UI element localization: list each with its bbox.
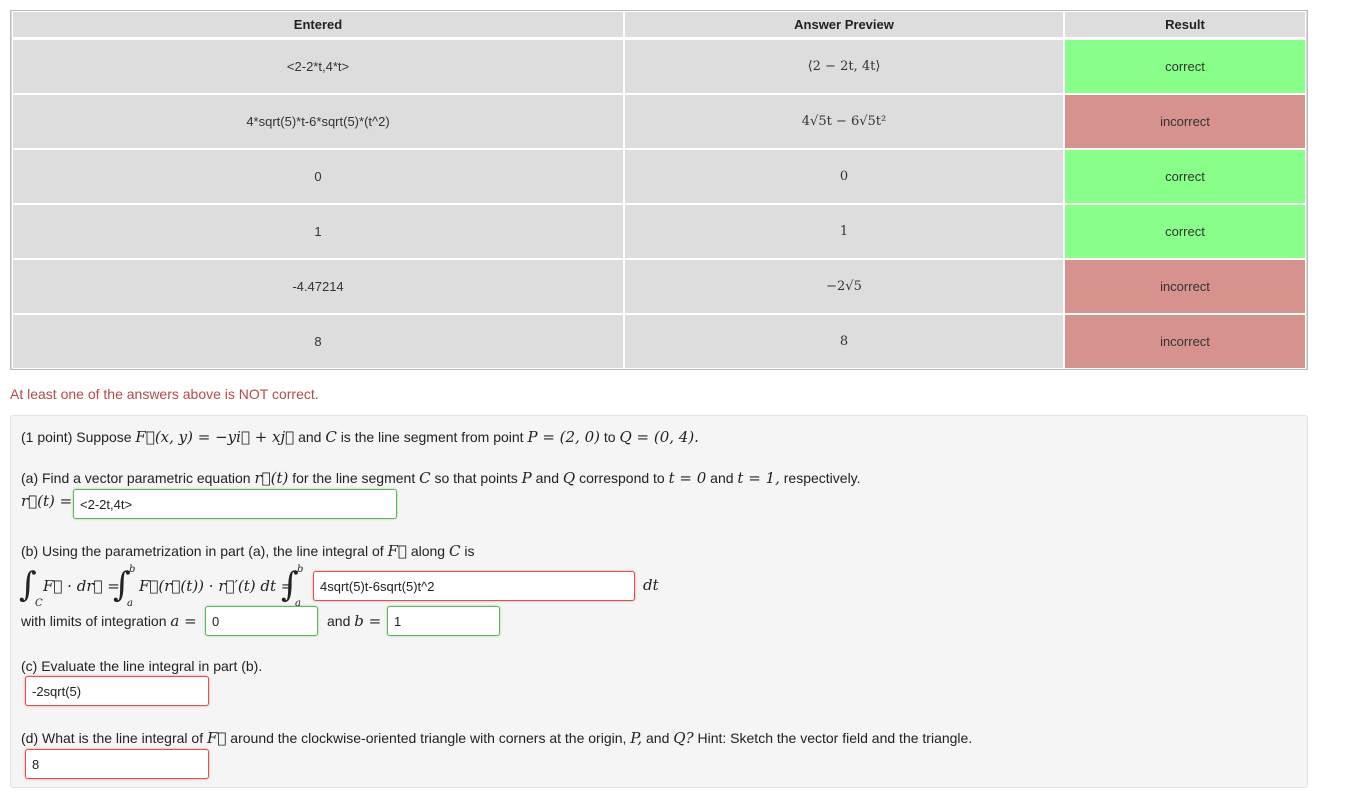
problem-box: (1 point) Suppose F⃗(x, y) = −yi⃗ + xj⃗ … <box>10 415 1308 788</box>
integral-sub-a: a <box>127 598 133 609</box>
part-b-curve: C <box>448 542 461 560</box>
preview-cell: ⟨2 − 2t, 4t⟩ <box>624 39 1064 94</box>
limit-a-input[interactable]: 0 <box>205 606 318 636</box>
part-d-text: (d) What is the line integral of <box>21 730 204 746</box>
part-d-hint: Hint: Sketch the vector field and the tr… <box>697 730 973 746</box>
entered-cell: <2-2*t,4*t> <box>12 39 624 94</box>
integral-sup-b: b <box>129 564 136 575</box>
part-b-field: F⃗ <box>387 542 407 560</box>
part-a-text: correspond to <box>579 470 665 486</box>
part-b-text: is <box>464 543 475 559</box>
entered-cell: 8 <box>12 314 624 369</box>
part-a-rt: r⃗(t) <box>254 469 289 487</box>
preview-cell: 1 <box>624 204 1064 259</box>
intro-text: to <box>603 429 616 445</box>
preview-cell: −2√5 <box>624 259 1064 314</box>
dt-label: dt <box>643 576 659 594</box>
part-b-question: (b) Using the parametrization in part (a… <box>21 542 474 560</box>
limit-b-label: b = <box>354 612 382 630</box>
header-result: Result <box>1064 11 1306 39</box>
result-cell: incorrect <box>1064 94 1306 149</box>
part-a-curve: C <box>419 469 431 487</box>
limits-text: and <box>327 613 351 629</box>
intro-field-formula: F⃗(x, y) = −yi⃗ + xj⃗ <box>135 428 295 446</box>
table-header-row: Entered Answer Preview Result <box>11 11 1307 39</box>
result-cell: correct <box>1064 204 1306 259</box>
problem-intro: (1 point) Suppose F⃗(x, y) = −yi⃗ + xj⃗ … <box>21 428 699 446</box>
part-b-text: (b) Using the parametrization in part (a… <box>21 543 384 559</box>
part-b-integrand-input[interactable]: 4sqrt(5)t-6sqrt(5)t^2 <box>313 571 635 601</box>
part-a-text: (a) Find a vector parametric equation <box>21 470 251 486</box>
part-b-limits-label: with limits of integration a = <box>21 612 197 630</box>
preview-cell: 0 <box>624 149 1064 204</box>
header-answer-preview: Answer Preview <box>624 11 1064 39</box>
intro-point-q: Q = (0, 4). <box>619 428 699 446</box>
part-a-p: P <box>521 469 532 487</box>
result-cell: correct <box>1064 39 1306 94</box>
part-c-question: (c) Evaluate the line integral in part (… <box>21 658 263 674</box>
results-table: Entered Answer Preview Result <2-2*t,4*t… <box>10 10 1308 370</box>
part-d-answer-input[interactable]: 8 <box>25 749 209 779</box>
result-cell: incorrect <box>1064 259 1306 314</box>
part-a-label-text: r⃗(t) = <box>21 492 73 510</box>
limit-b-input[interactable]: 1 <box>387 606 500 636</box>
entered-cell: 4*sqrt(5)*t-6*sqrt(5)*(t^2) <box>12 94 624 149</box>
table-row: 8 8 incorrect <box>11 314 1307 369</box>
part-a-text: and <box>535 470 559 486</box>
part-a-t1: t = 1, <box>737 469 780 487</box>
part-a-question: (a) Find a vector parametric equation r⃗… <box>21 469 861 487</box>
entered-cell: 1 <box>12 204 624 259</box>
limit-b-label-wrap: and b = <box>327 612 381 630</box>
limits-text: with limits of integration <box>21 613 167 629</box>
part-a-t0: t = 0 <box>668 469 707 487</box>
part-d-field: F⃗ <box>206 729 227 747</box>
intro-text: (1 point) Suppose <box>21 429 132 445</box>
part-d-p: P, <box>630 729 643 747</box>
integral-sub-c: C <box>35 598 43 609</box>
table-row: <2-2*t,4*t> ⟨2 − 2t, 4t⟩ correct <box>11 39 1307 94</box>
integral-sign: ∫ <box>19 565 37 605</box>
part-a-answer-input[interactable]: <2-2t,4t> <box>73 489 397 519</box>
status-message: At least one of the answers above is NOT… <box>10 386 319 402</box>
header-entered: Entered <box>12 11 624 39</box>
integrand-left: F⃗ · dr⃗ = <box>43 577 120 595</box>
part-a-text: respectively. <box>783 470 861 486</box>
limit-a-label: a = <box>170 612 197 630</box>
part-a-text: and <box>710 470 734 486</box>
table-row: -4.47214 −2√5 incorrect <box>11 259 1307 314</box>
part-d-text: around the clockwise-oriented triangle w… <box>230 730 627 746</box>
part-d-question: (d) What is the line integral of F⃗ arou… <box>21 729 972 747</box>
intro-text: and <box>298 429 322 445</box>
preview-cell: 4√5t − 6√5t² <box>624 94 1064 149</box>
intro-point-p: P = (2, 0) <box>527 428 600 446</box>
part-a-label: r⃗(t) = <box>21 492 72 510</box>
result-cell: incorrect <box>1064 314 1306 369</box>
intro-text: is the line segment from point <box>340 429 524 445</box>
preview-cell: 8 <box>624 314 1064 369</box>
part-c-answer-input[interactable]: -2sqrt(5) <box>25 676 209 706</box>
part-b-text: along <box>410 543 446 559</box>
table-row: 0 0 correct <box>11 149 1307 204</box>
entered-cell: -4.47214 <box>12 259 624 314</box>
part-d-text: and <box>646 730 670 746</box>
result-cell: correct <box>1064 149 1306 204</box>
entered-cell: 0 <box>12 149 624 204</box>
intro-curve: C <box>325 428 337 446</box>
part-a-text: for the line segment <box>292 470 416 486</box>
integral-sup-b: b <box>297 564 304 575</box>
part-a-text: so that points <box>434 470 518 486</box>
line-integral-expression: ∫ C F⃗ · dr⃗ = ∫ b a F⃗(r⃗(t)) · r⃗′(t) … <box>19 564 319 610</box>
part-d-q: Q? <box>673 729 694 747</box>
table-row: 1 1 correct <box>11 204 1307 259</box>
integrand-middle: F⃗(r⃗(t)) · r⃗′(t) dt = <box>139 577 294 595</box>
part-a-q: Q <box>562 469 576 487</box>
table-row: 4*sqrt(5)*t-6*sqrt(5)*(t^2) 4√5t − 6√5t²… <box>11 94 1307 149</box>
